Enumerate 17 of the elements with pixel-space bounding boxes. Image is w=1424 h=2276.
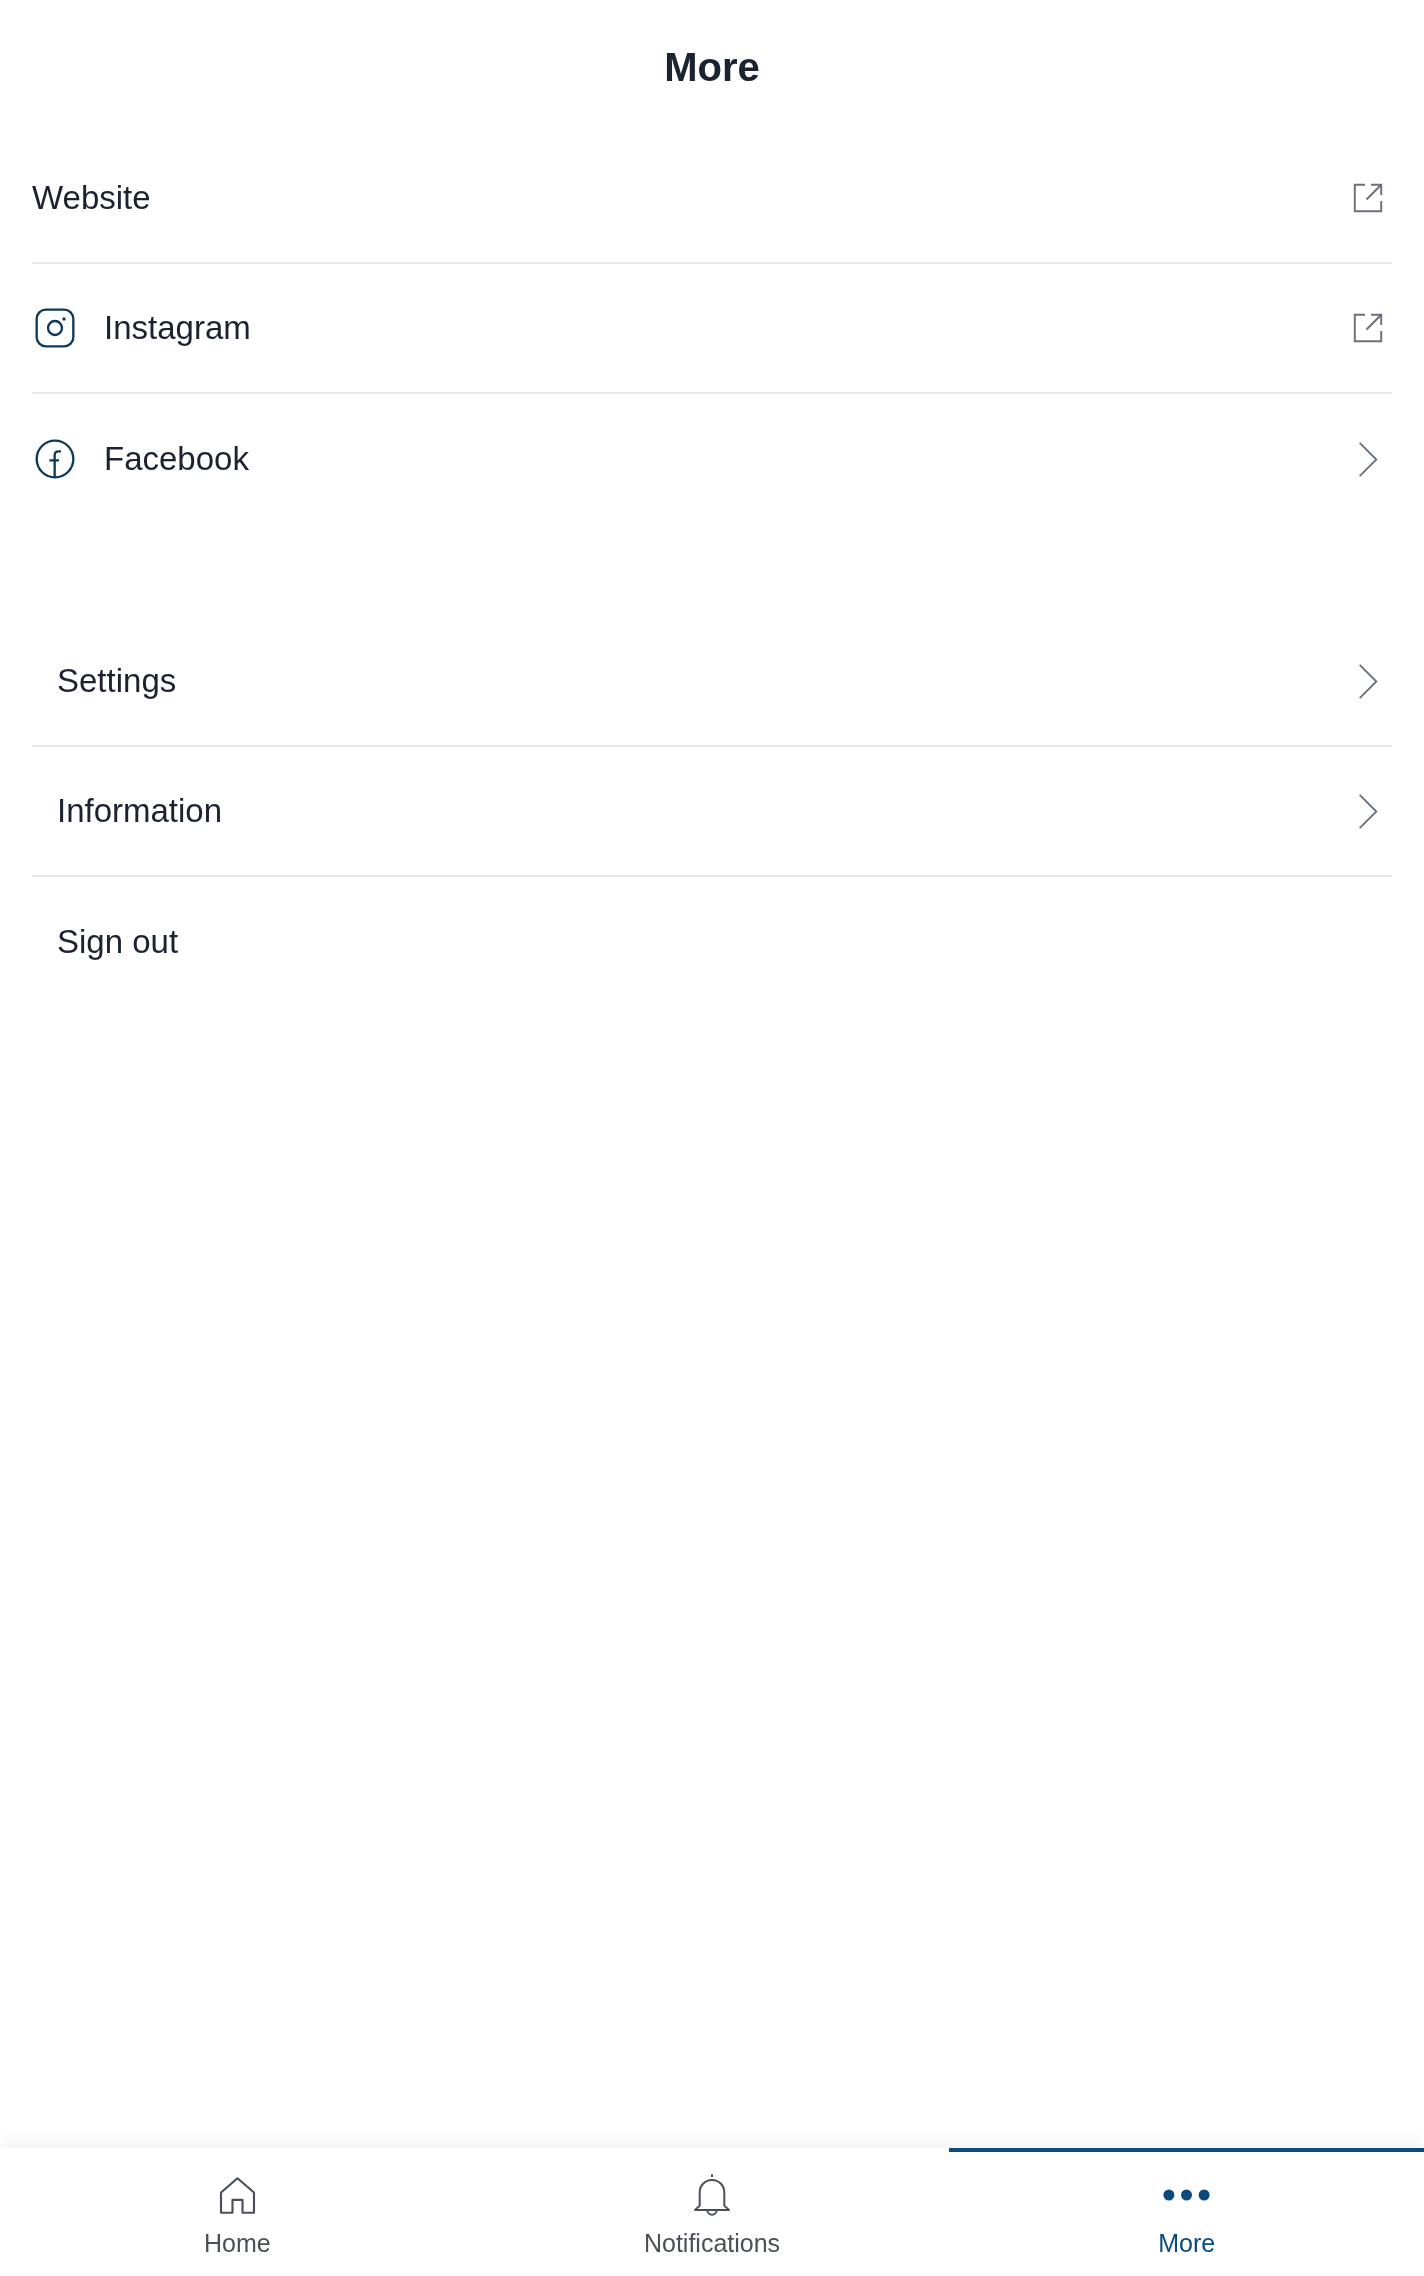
page-title: More — [664, 44, 760, 91]
tab[interactable]: Home — [0, 2148, 475, 2276]
ellipsis-icon — [1163, 2189, 1211, 2201]
chevron-right-icon — [1358, 792, 1378, 830]
bell-icon — [692, 2171, 732, 2219]
facebook-icon — [35, 439, 75, 479]
tab[interactable]: Notifications — [474, 2148, 950, 2276]
menu-item[interactable]: Instagram — [32, 264, 1392, 394]
menu-item[interactable]: Facebook — [32, 394, 1392, 524]
tab[interactable]: More — [949, 2148, 1424, 2276]
menu-item[interactable]: Website — [32, 134, 1392, 264]
menu-item[interactable]: Settings — [32, 617, 1392, 747]
instagram-icon — [35, 308, 75, 348]
menu-item[interactable]: Information — [32, 747, 1392, 877]
chevron-right-icon — [1358, 440, 1378, 478]
menu-item[interactable]: Sign out — [32, 877, 1392, 1007]
chevron-right-icon — [1358, 662, 1378, 700]
